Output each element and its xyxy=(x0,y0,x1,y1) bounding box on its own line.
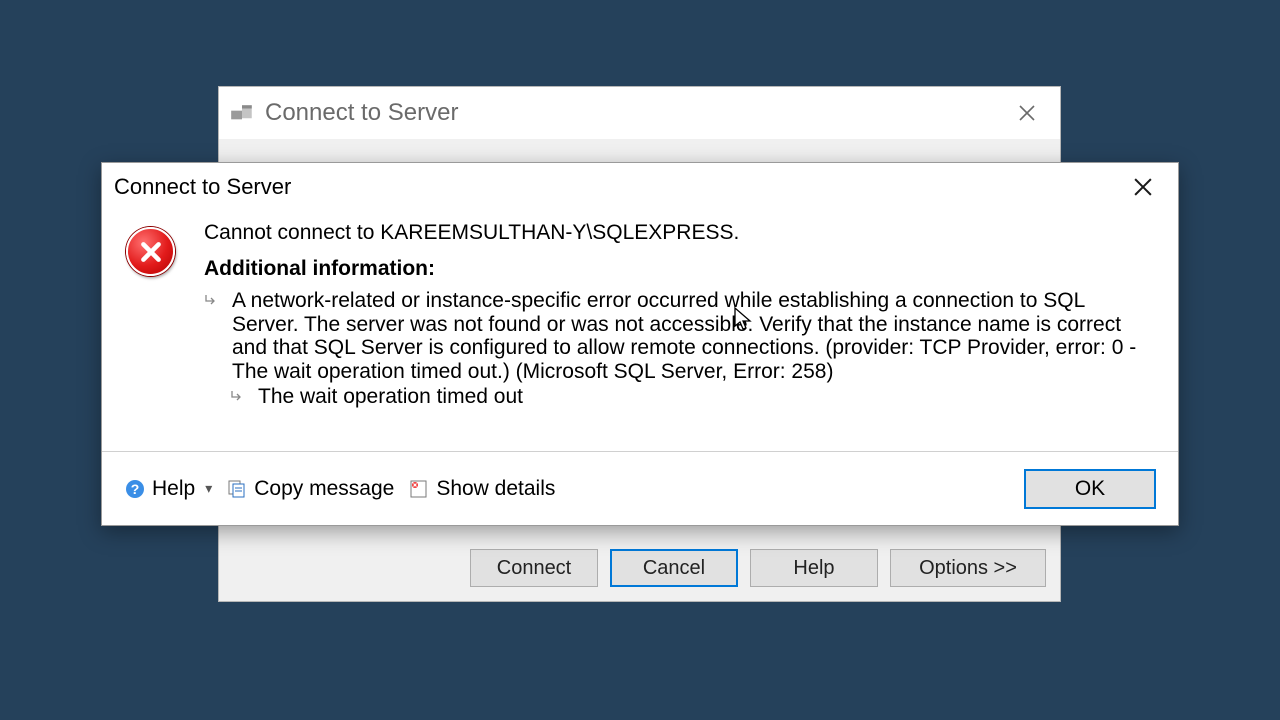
error-dialog-title: Connect to Server xyxy=(114,174,1120,200)
show-details-label: Show details xyxy=(436,477,555,501)
error-message: Cannot connect to KAREEMSULTHAN-Y\SQLEXP… xyxy=(204,221,1154,245)
error-dialog-body: Cannot connect to KAREEMSULTHAN-Y\SQLEXP… xyxy=(102,211,1178,409)
error-detail-text: A network-related or instance-specific e… xyxy=(232,287,1154,383)
connect-dialog-title: Connect to Server xyxy=(265,99,1004,127)
show-details-link[interactable]: Show details xyxy=(408,477,555,501)
copy-icon xyxy=(226,478,248,500)
error-text-block: Cannot connect to KAREEMSULTHAN-Y\SQLEXP… xyxy=(204,221,1154,409)
close-icon xyxy=(1019,105,1035,121)
error-dialog-window: Connect to Server Cannot connect to KARE… xyxy=(101,162,1179,526)
connect-dialog-button-row: Connect Cancel Help Options >> xyxy=(219,549,1060,587)
cancel-button[interactable]: Cancel xyxy=(610,549,738,587)
details-icon xyxy=(408,478,430,500)
help-button[interactable]: Help xyxy=(750,549,878,587)
server-icon xyxy=(229,102,255,124)
copy-message-link[interactable]: Copy message xyxy=(226,477,394,501)
error-dialog-toolbar: ? Help ▾ Copy message xyxy=(102,451,1178,525)
close-button[interactable] xyxy=(1004,97,1050,129)
tree-branch-icon xyxy=(204,287,222,383)
help-icon: ? xyxy=(124,478,146,500)
ok-button[interactable]: OK xyxy=(1024,469,1156,509)
close-button[interactable] xyxy=(1120,171,1166,203)
help-link-label: Help xyxy=(152,477,195,501)
error-icon xyxy=(126,227,175,276)
options-button[interactable]: Options >> xyxy=(890,549,1046,587)
error-detail-text-nested: The wait operation timed out xyxy=(258,383,1154,409)
svg-text:?: ? xyxy=(131,481,140,497)
copy-message-label: Copy message xyxy=(254,477,394,501)
error-icon-container xyxy=(126,221,182,409)
tree-branch-icon xyxy=(230,383,248,409)
error-dialog-titlebar[interactable]: Connect to Server xyxy=(102,163,1178,211)
help-link[interactable]: ? Help ▾ xyxy=(124,477,212,501)
error-detail-row: A network-related or instance-specific e… xyxy=(204,287,1154,383)
close-icon xyxy=(1134,178,1152,196)
chevron-down-icon: ▾ xyxy=(205,480,212,497)
error-detail-row-nested: The wait operation timed out xyxy=(230,383,1154,409)
connect-dialog-titlebar[interactable]: Connect to Server xyxy=(219,87,1060,139)
connect-button[interactable]: Connect xyxy=(470,549,598,587)
additional-info-heading: Additional information: xyxy=(204,257,1154,281)
